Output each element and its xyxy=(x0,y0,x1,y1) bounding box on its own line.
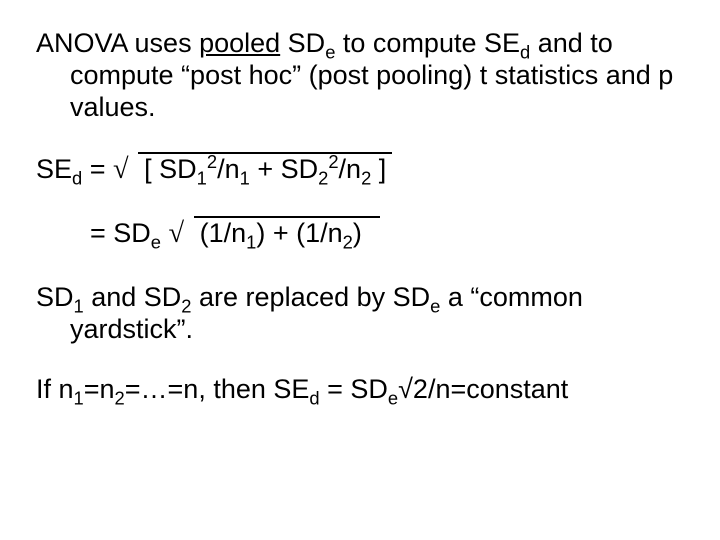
sup: 2 xyxy=(207,151,217,172)
text: (1/n xyxy=(200,218,247,248)
sub: e xyxy=(151,231,161,252)
sub: 1 xyxy=(74,388,84,409)
sub: e xyxy=(430,296,440,317)
slide: ANOVA uses pooled SD e to compute SE d and… xyxy=(0,0,720,540)
text: = SD xyxy=(90,218,151,248)
sub: 1 xyxy=(246,231,256,252)
text-underlined: pooled xyxy=(199,28,280,58)
sub: e xyxy=(388,388,398,409)
text: [ SD xyxy=(144,154,197,184)
text: and SD xyxy=(84,282,182,312)
text: SE xyxy=(36,154,72,184)
text: = xyxy=(82,154,113,184)
sub: 2 xyxy=(115,388,125,409)
radicand-overline: (1/n1) + (1/n2) xyxy=(194,216,380,250)
text: √2/n=constant xyxy=(398,374,568,404)
text: SD xyxy=(36,282,74,312)
text: to compute SE xyxy=(335,28,520,58)
closing-paragraph-2: If n1=n2=…=n, then SEd = SDe√2/n=constan… xyxy=(36,374,684,406)
text: + SD xyxy=(250,154,318,184)
sub: 2 xyxy=(361,167,371,188)
sub: d xyxy=(72,167,82,188)
text: /n xyxy=(217,154,240,184)
equation-row: SEd = √ [ SD12/n1 + SD22/n2 ] xyxy=(36,152,684,186)
text: =…=n, then SE xyxy=(125,374,310,404)
text: = SD xyxy=(320,374,388,404)
radical-icon: √ xyxy=(113,154,129,185)
text: SD xyxy=(280,28,325,58)
equation-1: SEd = √ [ SD12/n1 + SD22/n2 ] xyxy=(36,152,684,186)
text: /n xyxy=(339,154,362,184)
text: are replaced by SD xyxy=(192,282,431,312)
closing-paragraph-1: SD1 and SD2 are replaced by SDe a “commo… xyxy=(36,282,684,346)
sub: 2 xyxy=(318,167,328,188)
intro-paragraph: ANOVA uses pooled SDe to compute SEd and… xyxy=(36,28,684,124)
sub: 2 xyxy=(343,231,353,252)
sub: 1 xyxy=(197,167,207,188)
text: ] xyxy=(371,154,386,184)
equation-2: = SDe √ (1/n1) + (1/n2) xyxy=(36,216,684,250)
text xyxy=(161,218,169,248)
sub: 1 xyxy=(240,167,250,188)
sub: d xyxy=(309,388,319,409)
radical-icon: √ xyxy=(169,218,185,249)
equation-row: = SDe √ (1/n1) + (1/n2) xyxy=(90,216,684,250)
text: ) + (1/n xyxy=(256,218,342,248)
text: If n xyxy=(36,374,74,404)
sup: 2 xyxy=(328,151,338,172)
text: ANOVA uses xyxy=(36,28,199,58)
text: ) xyxy=(353,218,362,248)
text: =n xyxy=(84,374,115,404)
radicand-overline: [ SD12/n1 + SD22/n2 ] xyxy=(138,152,392,186)
